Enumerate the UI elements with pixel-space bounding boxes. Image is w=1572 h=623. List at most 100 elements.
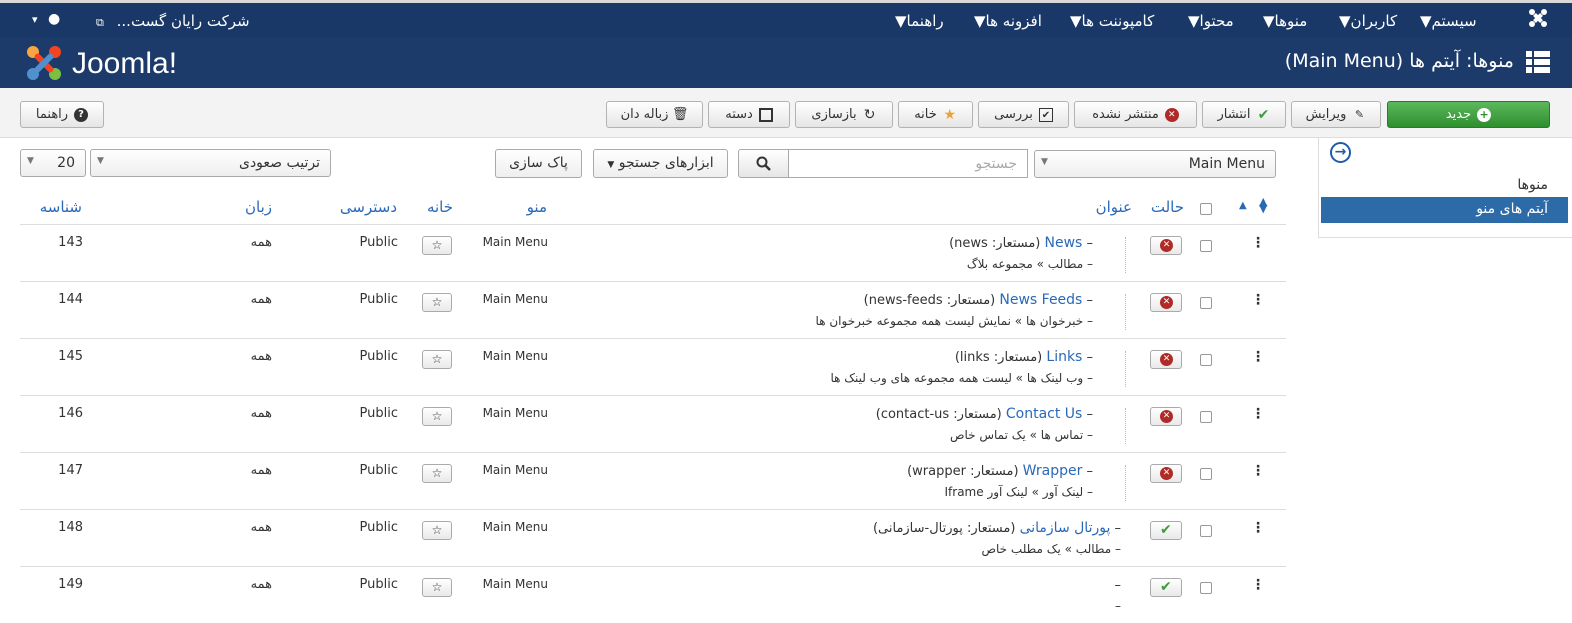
table-row[interactable]: ⋮ ✔ – – Main Menu ☆ Public همه 149: [20, 566, 1286, 623]
table-row[interactable]: ⋮ ✕ – Links (مستعار: links) – وب لینک ها…: [20, 338, 1286, 395]
home-star-button[interactable]: ☆: [422, 236, 452, 255]
column-home[interactable]: خانه: [427, 198, 453, 216]
row-checkbox[interactable]: [1200, 240, 1212, 252]
top-menu-4[interactable]: ▼کامپوننت ها: [1070, 12, 1154, 30]
sidebar-toggle-icon[interactable]: →: [1330, 142, 1351, 163]
unpublished-icon: ✕: [1160, 467, 1173, 480]
new-button[interactable]: + جدید: [1387, 101, 1550, 128]
drag-handle-icon[interactable]: ⋮: [1251, 349, 1265, 365]
table-row[interactable]: ⋮ ✕ – Wrapper (مستعار: wrapper) – لینک آ…: [20, 452, 1286, 509]
column-status[interactable]: حالت: [1151, 198, 1184, 216]
unpublished-icon: ✕: [1160, 239, 1173, 252]
drag-handle-icon[interactable]: ⋮: [1251, 463, 1265, 479]
checkbox-icon: ✔: [1038, 107, 1053, 122]
item-type: – لینک آور » لینک آور Iframe: [944, 485, 1094, 499]
top-menu-1[interactable]: ▼کاربران: [1339, 12, 1397, 30]
row-checkbox[interactable]: [1200, 525, 1212, 537]
row-checkbox[interactable]: [1200, 354, 1212, 366]
table-row[interactable]: ⋮ ✕ – News (مستعار: news) – مطالب » مجمو…: [20, 224, 1286, 281]
item-title-link[interactable]: پورتال سازمانی: [1020, 520, 1111, 536]
home-star-button[interactable]: ☆: [422, 293, 452, 312]
top-menu-5[interactable]: ▼افزونه ها: [974, 12, 1042, 30]
table-row[interactable]: ⋮ ✕ – Contact Us (مستعار: contact-us) – …: [20, 395, 1286, 452]
drag-handle-icon[interactable]: ⋮: [1251, 406, 1265, 422]
search-input[interactable]: جستجو: [788, 149, 1028, 178]
status-toggle[interactable]: ✕: [1150, 407, 1182, 426]
row-checkbox[interactable]: [1200, 468, 1212, 480]
row-checkbox[interactable]: [1200, 411, 1212, 423]
site-name[interactable]: شرکت رایان گست...: [117, 12, 250, 30]
caret-down-icon: ▼: [1188, 12, 1200, 30]
status-toggle[interactable]: ✕: [1150, 464, 1182, 483]
home-star-button[interactable]: ☆: [422, 578, 452, 597]
help-button[interactable]: ? راهنما: [20, 101, 104, 128]
publish-button[interactable]: ✔ انتشار: [1202, 101, 1286, 128]
home-star-button[interactable]: ☆: [422, 521, 452, 540]
item-title-link[interactable]: News: [1045, 235, 1083, 251]
unpublished-icon: ✕: [1160, 410, 1173, 423]
home-button[interactable]: ★ خانه: [898, 101, 973, 128]
item-title-link[interactable]: News Feeds: [999, 292, 1082, 308]
status-toggle[interactable]: ✕: [1150, 293, 1182, 312]
home-star-button[interactable]: ☆: [422, 407, 452, 426]
table-row[interactable]: ⋮ ✕ – News Feeds (مستعار: news-feeds) – …: [20, 281, 1286, 338]
column-id[interactable]: شناسه: [40, 198, 82, 216]
home-star-button[interactable]: ☆: [422, 350, 452, 369]
checkin-button[interactable]: ✔ بررسی: [978, 101, 1069, 128]
search-tools-button[interactable]: ابزارهای جستجو ▼: [593, 149, 728, 178]
status-toggle[interactable]: ✔: [1150, 578, 1182, 597]
drag-handle-icon[interactable]: ⋮: [1251, 292, 1265, 308]
column-title[interactable]: عنوان: [1096, 198, 1132, 216]
top-menu-3[interactable]: ▼محتوا: [1188, 12, 1234, 30]
sort-asc-icon[interactable]: ▲: [1239, 200, 1247, 211]
column-language[interactable]: زبان: [245, 198, 272, 216]
item-language: همه: [250, 406, 272, 421]
status-toggle[interactable]: ✕: [1150, 236, 1182, 255]
sort-icon[interactable]: ▲ ▼: [1259, 196, 1267, 214]
caret-down-icon: ▼: [1070, 12, 1082, 30]
row-divider: [1125, 237, 1126, 273]
drag-handle-icon[interactable]: ⋮: [1251, 520, 1265, 536]
star-icon: ★: [943, 106, 957, 123]
row-checkbox[interactable]: [1200, 582, 1212, 594]
dropdown-arrow-icon: ▼: [1041, 157, 1048, 167]
unpublish-button[interactable]: ✕ منتشر نشده: [1074, 101, 1197, 128]
drag-handle-icon[interactable]: ⋮: [1251, 235, 1265, 251]
list-icon: [1526, 51, 1550, 73]
top-menu-0[interactable]: ▼سیستم: [1420, 12, 1477, 30]
menu-select[interactable]: Main Menu ▼: [1034, 150, 1276, 178]
row-divider: [1125, 294, 1126, 330]
status-toggle[interactable]: ✔: [1150, 521, 1182, 540]
external-link-icon: ⧉: [96, 16, 104, 29]
sidebar-item-menus[interactable]: منوها: [1517, 177, 1548, 193]
top-menu-6[interactable]: ▼راهنما: [895, 12, 944, 30]
table-row[interactable]: ⋮ ✔ – پورتال سازمانی (مستعار: پورتال-ساز…: [20, 509, 1286, 566]
limit-select[interactable]: 20 ▼: [20, 149, 86, 177]
item-title-link[interactable]: Links: [1046, 349, 1082, 365]
user-menu-button[interactable]: ▾ ●: [32, 11, 60, 27]
select-all-checkbox[interactable]: [1200, 203, 1212, 215]
item-title-link[interactable]: Contact Us: [1006, 406, 1082, 422]
site-link[interactable]: شرکت رایان گست... ⧉: [96, 12, 250, 30]
drag-handle-icon[interactable]: ⋮: [1251, 577, 1265, 593]
rebuild-button[interactable]: ↻ بازسازی: [795, 101, 893, 128]
top-menu-2[interactable]: ▼منوها: [1263, 12, 1307, 30]
status-toggle[interactable]: ✕: [1150, 350, 1182, 369]
column-access[interactable]: دسترسی: [340, 198, 397, 216]
column-menu[interactable]: منو: [527, 198, 547, 216]
joomla-icon[interactable]: [1527, 7, 1549, 29]
trash-button[interactable]: 🗑 زباله دان: [606, 101, 703, 128]
item-title-link[interactable]: Wrapper: [1023, 463, 1083, 479]
clear-button[interactable]: پاک سازی: [495, 149, 582, 178]
search-button[interactable]: [738, 149, 789, 178]
batch-icon: [758, 107, 773, 122]
batch-button[interactable]: دسته: [708, 101, 790, 128]
ordering-select[interactable]: ترتیب صعودی ▼: [90, 149, 331, 177]
home-star-button[interactable]: ☆: [422, 464, 452, 483]
edit-button[interactable]: ✎ ویرایش: [1291, 101, 1381, 128]
sidebar-item-menu-items[interactable]: آیتم های منو: [1321, 197, 1568, 223]
row-checkbox[interactable]: [1200, 297, 1212, 309]
item-type: – خبرخوان ها » نمایش لیست همه مجموعه خبر…: [815, 314, 1093, 328]
item-language: همه: [250, 235, 272, 250]
item-type: – وب لینک ها » لیست همه مجموعه های وب لی…: [830, 371, 1094, 385]
